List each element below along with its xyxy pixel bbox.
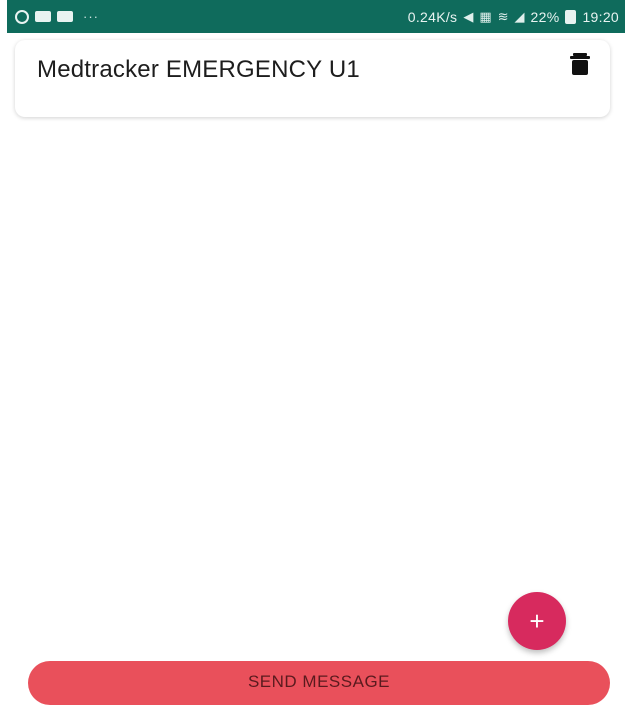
entry-card[interactable]: Medtracker EMERGENCY U1 — [15, 40, 610, 117]
network-icon: ▦ — [479, 8, 492, 24]
status-bar: ··· 0.24K/s ◀ ▦ ≋ ◢ 22% 19:20 — [7, 0, 625, 33]
add-button[interactable]: + — [508, 592, 566, 650]
trash-icon — [570, 53, 590, 75]
status-right: 0.24K/s ◀ ▦ ≋ ◢ 22% 19:20 — [408, 9, 619, 25]
entry-title: Medtracker EMERGENCY U1 — [37, 56, 360, 83]
battery-icon — [565, 9, 577, 24]
network-speed: 0.24K/s — [407, 8, 458, 25]
whatsapp-icon — [15, 9, 29, 24]
clock: 19:20 — [582, 8, 619, 25]
mute-icon: ◀ — [463, 8, 474, 24]
send-message-button[interactable]: SEND MESSAGE — [28, 661, 610, 705]
more-dots-icon: ··· — [83, 9, 99, 24]
media-icon — [57, 11, 73, 22]
wifi-icon: ≋ — [497, 8, 509, 24]
battery-percent: 22% — [530, 8, 560, 25]
signal-icon: ◢ — [514, 8, 525, 24]
media-icon — [35, 11, 51, 22]
trash-icon[interactable] — [568, 53, 592, 75]
status-left: ··· — [15, 9, 99, 24]
